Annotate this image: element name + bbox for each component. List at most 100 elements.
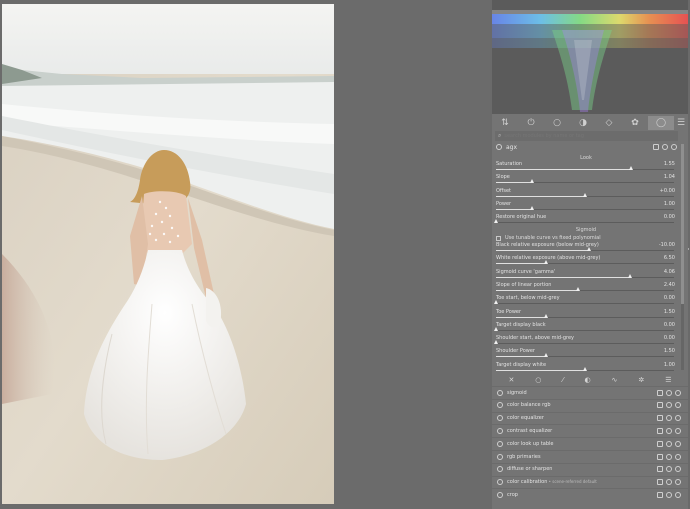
presets-icon[interactable] bbox=[675, 479, 681, 486]
menu-icon[interactable]: ☰ bbox=[665, 376, 671, 384]
instances-icon[interactable] bbox=[657, 389, 663, 396]
tunable-curve-checkbox-row[interactable]: Use tunable curve vs fixed polynomial bbox=[496, 234, 678, 242]
slider-track[interactable] bbox=[496, 286, 674, 291]
slider-target-display-white[interactable]: Target display white 1.00 bbox=[495, 362, 677, 375]
reset-icon[interactable] bbox=[662, 144, 668, 150]
slider-black-relative-exposure-below-mid-grey[interactable]: Black relative exposure (below mid-grey)… bbox=[495, 242, 677, 255]
presets-icon[interactable] bbox=[675, 402, 681, 409]
reset-icon[interactable] bbox=[666, 453, 672, 460]
reset-icon[interactable] bbox=[666, 440, 672, 447]
power-icon[interactable] bbox=[497, 389, 503, 396]
slider-knob[interactable] bbox=[543, 353, 548, 358]
close-icon[interactable]: ✕ bbox=[508, 376, 514, 384]
slider-knob[interactable] bbox=[494, 300, 498, 305]
module-row-color-equalizer[interactable]: color equalizer bbox=[492, 411, 688, 424]
slider-knob[interactable] bbox=[583, 192, 587, 197]
slider-knob[interactable] bbox=[586, 247, 591, 251]
module-row-color-balance-rgb[interactable]: color balance rgb bbox=[492, 398, 688, 411]
slider-power[interactable]: Power 1.00 bbox=[495, 201, 677, 214]
tab-sliders-icon[interactable]: ⇅ bbox=[492, 116, 518, 130]
slider-knob[interactable] bbox=[494, 219, 498, 224]
module-header[interactable]: agx bbox=[492, 142, 680, 152]
module-row-sigmoid[interactable]: sigmoid bbox=[492, 386, 688, 398]
instances-icon[interactable] bbox=[653, 144, 659, 150]
slider-track[interactable] bbox=[496, 366, 674, 371]
reset-icon[interactable] bbox=[666, 402, 672, 409]
instances-icon[interactable] bbox=[657, 440, 663, 447]
slider-knob[interactable] bbox=[529, 205, 534, 210]
instances-icon[interactable] bbox=[657, 453, 663, 460]
slider-track[interactable] bbox=[496, 313, 674, 318]
tab-circle-icon[interactable]: ○ bbox=[544, 116, 570, 130]
slider-track[interactable] bbox=[496, 273, 674, 278]
power-icon[interactable] bbox=[497, 453, 503, 460]
instances-icon[interactable] bbox=[657, 491, 663, 498]
slider-knob[interactable] bbox=[627, 273, 632, 278]
slider-track[interactable] bbox=[496, 247, 674, 251]
presets-icon[interactable] bbox=[675, 415, 681, 422]
instances-icon[interactable] bbox=[657, 402, 663, 409]
half-circle-icon[interactable]: ◐ bbox=[584, 376, 590, 384]
slider-track[interactable] bbox=[494, 326, 674, 331]
slider-knob[interactable] bbox=[543, 313, 548, 318]
module-row-color-look-up-table[interactable]: color look up table bbox=[492, 437, 688, 449]
menu-icon[interactable]: ☰ bbox=[674, 116, 688, 130]
slider-track[interactable] bbox=[496, 260, 674, 265]
module-row-diffuse-or-sharpen[interactable]: diffuse or sharpen bbox=[492, 462, 688, 475]
slider-toe-start-below-mid-grey[interactable]: Toe start, below mid-grey 0.00 bbox=[494, 295, 677, 308]
slider-track[interactable] bbox=[496, 205, 674, 210]
slider-slope[interactable]: Slope 1.04 bbox=[495, 174, 677, 187]
histogram[interactable] bbox=[492, 0, 688, 114]
search-input[interactable] bbox=[504, 131, 665, 141]
slider-offset[interactable]: Offset +0.00 bbox=[495, 188, 677, 201]
presets-icon[interactable] bbox=[675, 427, 681, 434]
slider-knob[interactable] bbox=[494, 340, 498, 345]
slider-knob[interactable] bbox=[629, 166, 634, 170]
presets-icon[interactable] bbox=[675, 453, 681, 460]
slider-knob[interactable] bbox=[529, 179, 534, 184]
slider-shoulder-start-above-mid-grey[interactable]: Shoulder start, above mid-grey 0.00 bbox=[494, 335, 677, 348]
tunable-curve-checkbox[interactable] bbox=[496, 235, 501, 241]
instances-icon[interactable] bbox=[657, 479, 663, 486]
reset-icon[interactable] bbox=[666, 415, 672, 422]
power-icon[interactable] bbox=[497, 427, 503, 434]
photo-preview[interactable] bbox=[2, 4, 334, 504]
tab-shapes-icon[interactable]: ◇ bbox=[596, 116, 622, 130]
reset-icon[interactable] bbox=[666, 466, 672, 473]
presets-icon[interactable] bbox=[675, 440, 681, 447]
slider-track[interactable] bbox=[494, 340, 674, 345]
instances-icon[interactable] bbox=[657, 415, 663, 422]
reset-icon[interactable] bbox=[666, 479, 672, 486]
instances-icon[interactable] bbox=[657, 427, 663, 434]
slider-toe-power[interactable]: Toe Power 1.50 bbox=[495, 309, 677, 322]
slider-track[interactable] bbox=[496, 166, 674, 170]
curve-icon[interactable]: ∿ bbox=[612, 376, 618, 384]
slider-track[interactable] bbox=[494, 300, 674, 305]
slider-target-display-black[interactable]: Target display black 0.00 bbox=[494, 322, 677, 335]
module-row-crop[interactable]: crop bbox=[492, 488, 688, 500]
tab-power-icon[interactable]: ⏻ bbox=[518, 116, 544, 130]
module-row-rgb-primaries[interactable]: rgb primaries bbox=[492, 450, 688, 462]
presets-icon[interactable] bbox=[671, 144, 677, 150]
slider-track[interactable] bbox=[496, 192, 674, 197]
slider-slope-of-linear-portion[interactable]: Slope of linear portion 2.40 bbox=[495, 282, 677, 295]
presets-icon[interactable] bbox=[675, 389, 681, 396]
slider-saturation[interactable]: Saturation 1.55 bbox=[495, 161, 677, 174]
presets-icon[interactable] bbox=[675, 466, 681, 473]
slider-knob[interactable] bbox=[583, 366, 587, 371]
power-icon[interactable] bbox=[497, 479, 503, 486]
slider-sigmoid-curve-gamma[interactable]: Sigmoid curve 'gamma' 4.06 bbox=[495, 269, 677, 282]
slider-white-relative-exposure-above-mid-grey[interactable]: White relative exposure (above mid-grey)… bbox=[495, 255, 677, 268]
scrollbar-thumb[interactable] bbox=[681, 144, 684, 304]
slider-knob[interactable] bbox=[575, 286, 580, 291]
gear-icon[interactable]: ✲ bbox=[638, 376, 644, 384]
slider-knob[interactable] bbox=[543, 260, 548, 265]
power-icon[interactable] bbox=[496, 144, 502, 150]
presets-icon[interactable] bbox=[675, 491, 681, 498]
slider-knob[interactable] bbox=[494, 326, 498, 331]
center-view[interactable] bbox=[0, 0, 490, 509]
slider-track[interactable] bbox=[496, 353, 674, 358]
slider-restore-original-hue[interactable]: Restore original hue 0.00 bbox=[494, 214, 677, 227]
power-icon[interactable] bbox=[497, 491, 503, 498]
reset-icon[interactable] bbox=[666, 389, 672, 396]
